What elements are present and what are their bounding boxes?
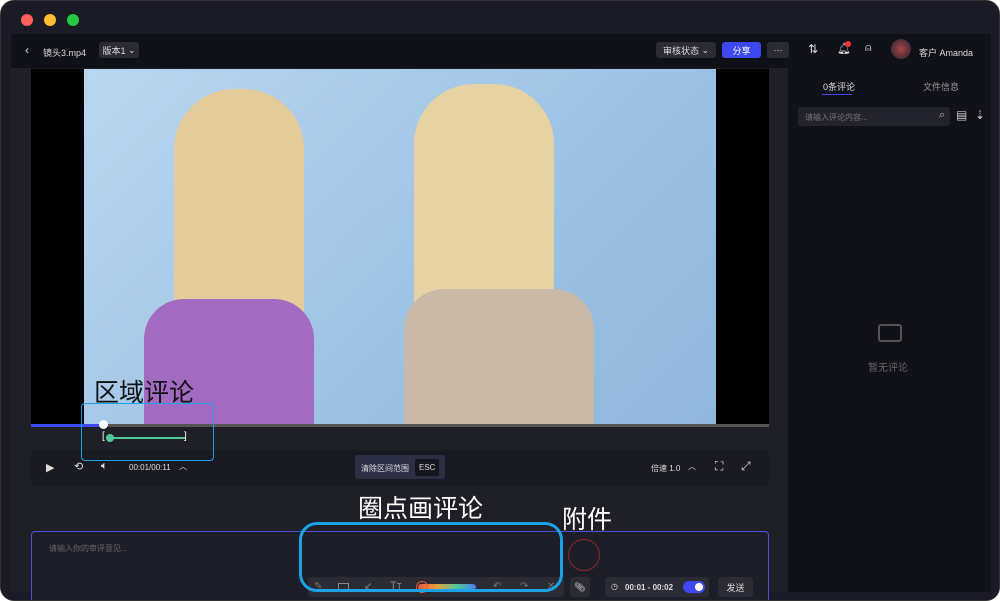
notification-badge bbox=[845, 41, 851, 47]
avatar[interactable] bbox=[891, 39, 911, 59]
attachment-callout-circle bbox=[568, 539, 600, 571]
attachment-button[interactable]: 📎︎ bbox=[570, 577, 590, 597]
time-range-label: 00:01 - 00:02 bbox=[625, 583, 674, 592]
fit-screen-icon[interactable]: ⛶ bbox=[715, 459, 723, 474]
volume-icon[interactable]: 🔈︎ bbox=[101, 460, 108, 473]
search-placeholder: 请输入评论内容... bbox=[805, 113, 868, 122]
clock-icon: ◷ bbox=[611, 582, 618, 591]
review-status-label: 审核状态 bbox=[662, 45, 699, 56]
fullscreen-icon[interactable]: ⤢ bbox=[741, 459, 751, 474]
comment-placeholder: 请输入你的审评意见... bbox=[49, 544, 128, 553]
active-tab-indicator bbox=[822, 94, 852, 95]
more-button[interactable]: ··· bbox=[767, 42, 789, 58]
clear-range-label: 清除区间范围 bbox=[361, 464, 409, 473]
comments-panel: 0条评论 文件信息 请输入评论内容... ⌕ ▤ ⇣ 暂无评论 bbox=[788, 68, 991, 592]
video-frame bbox=[84, 69, 716, 424]
sort-icon[interactable]: ⇣ bbox=[975, 108, 985, 122]
tab-file-info[interactable]: 文件信息 bbox=[923, 80, 959, 93]
clear-range-button[interactable]: 清除区间范围 ESC bbox=[355, 455, 445, 479]
speed-chevron-icon[interactable]: ︿ bbox=[688, 461, 696, 472]
paperclip-icon: 📎︎ bbox=[574, 581, 586, 592]
review-status-select[interactable]: 审核状态 ⌄ bbox=[656, 42, 716, 58]
version-label: 版本1 bbox=[102, 45, 126, 56]
speed-select[interactable]: 倍速 1.0 bbox=[651, 463, 680, 474]
search-icon[interactable]: ⌕ bbox=[939, 109, 945, 122]
region-callout-box bbox=[81, 403, 214, 461]
loop-icon[interactable]: ⟲ bbox=[74, 460, 83, 473]
file-name: 镜头3.mp4 bbox=[43, 48, 87, 58]
time-range-toggle[interactable]: ◷ 00:01 - 00:02 bbox=[605, 577, 709, 597]
draw-comment-annotation: 圈点画评论 bbox=[358, 495, 484, 523]
send-button[interactable]: 发送 bbox=[718, 577, 753, 597]
attachment-annotation: 附件 bbox=[562, 506, 613, 534]
empty-comment-icon bbox=[878, 324, 902, 342]
sort-arrows-icon[interactable]: ⇅ bbox=[808, 42, 818, 56]
time-display: 00:01/00:11 bbox=[129, 463, 171, 472]
export-icon[interactable]: ▤ bbox=[956, 108, 967, 122]
maximize-window-button[interactable] bbox=[67, 14, 79, 26]
girl-right-shirt bbox=[404, 289, 594, 424]
video-player[interactable] bbox=[31, 69, 769, 424]
chevron-up-icon[interactable]: ︿ bbox=[179, 461, 187, 472]
header: ‹ 镜头3.mp4 版本1 ⌄ 审核状态 ⌄ 分享 ··· ⇅ 🔔︎ ⍝ 客户 … bbox=[11, 34, 991, 68]
esc-key-badge: ESC bbox=[415, 459, 440, 476]
time-range-switch[interactable] bbox=[683, 581, 705, 593]
share-button[interactable]: 分享 bbox=[722, 42, 761, 58]
close-window-button[interactable] bbox=[21, 14, 33, 26]
user-name: 客户 Amanda bbox=[919, 48, 974, 58]
minimize-window-button[interactable] bbox=[44, 14, 56, 26]
empty-state-text: 暂无评论 bbox=[868, 363, 908, 374]
draw-callout-box bbox=[299, 522, 563, 592]
version-select[interactable]: 版本1 ⌄ bbox=[99, 42, 139, 58]
comment-search-input[interactable]: 请输入评论内容... ⌕ bbox=[798, 107, 950, 126]
back-icon[interactable]: ‹ bbox=[25, 43, 29, 57]
tab-comments[interactable]: 0条评论 bbox=[823, 80, 855, 93]
play-icon[interactable]: ▶ bbox=[46, 461, 54, 474]
app-window: ‹ 镜头3.mp4 版本1 ⌄ 审核状态 ⌄ 分享 ··· ⇅ 🔔︎ ⍝ 客户 … bbox=[0, 0, 1000, 601]
user-icon[interactable]: ⍝ bbox=[865, 42, 872, 55]
